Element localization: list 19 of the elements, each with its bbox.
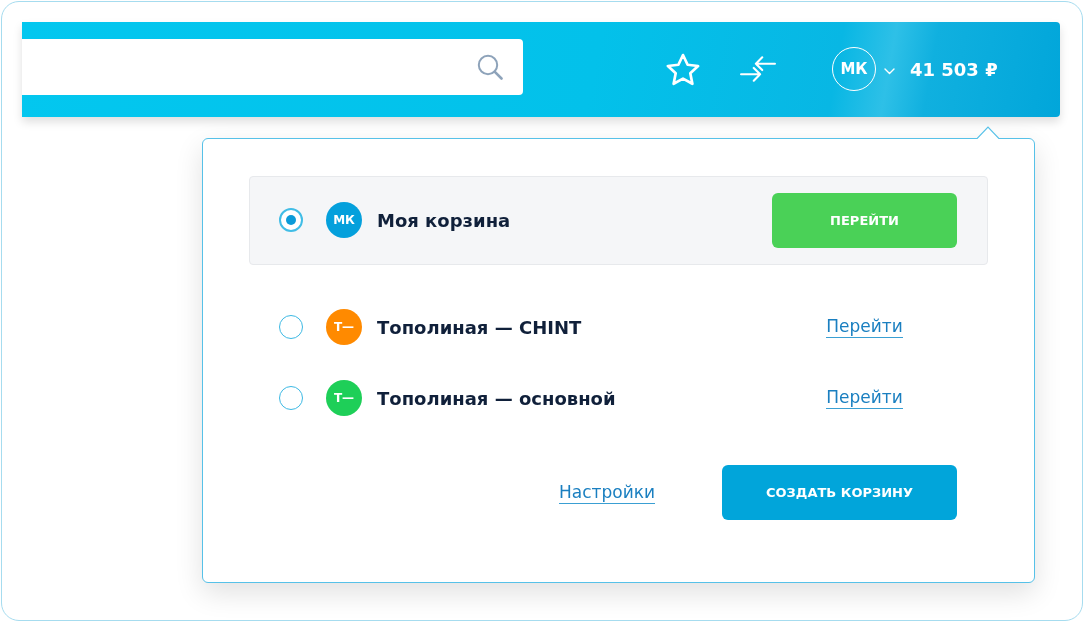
cart-avatar: Т— [326, 309, 362, 345]
radio-button[interactable] [279, 208, 303, 232]
radio-button[interactable] [279, 386, 303, 410]
cart-avatar: Т— [326, 380, 362, 416]
star-icon[interactable] [666, 52, 700, 86]
arrows-icon[interactable] [740, 54, 776, 84]
settings-link[interactable]: Настройки [559, 481, 655, 504]
search-icon[interactable] [477, 53, 503, 80]
radio-button[interactable] [279, 315, 303, 339]
cart-name[interactable]: Тополиная — CHINT [377, 316, 582, 338]
chevron-down-icon[interactable] [884, 68, 895, 75]
search-field[interactable] [22, 38, 523, 95]
go-link[interactable]: Перейти [826, 387, 903, 409]
cart-name[interactable]: Тополиная — основной [377, 387, 616, 409]
cart-name[interactable]: Моя корзина [377, 209, 511, 231]
go-link[interactable]: Перейти [826, 316, 903, 338]
create-cart-button[interactable]: СОЗДАТЬ КОРЗИНУ [722, 465, 957, 520]
cart-avatar: МК [326, 202, 362, 238]
balance-text: 41 503 ₽ [910, 58, 998, 80]
